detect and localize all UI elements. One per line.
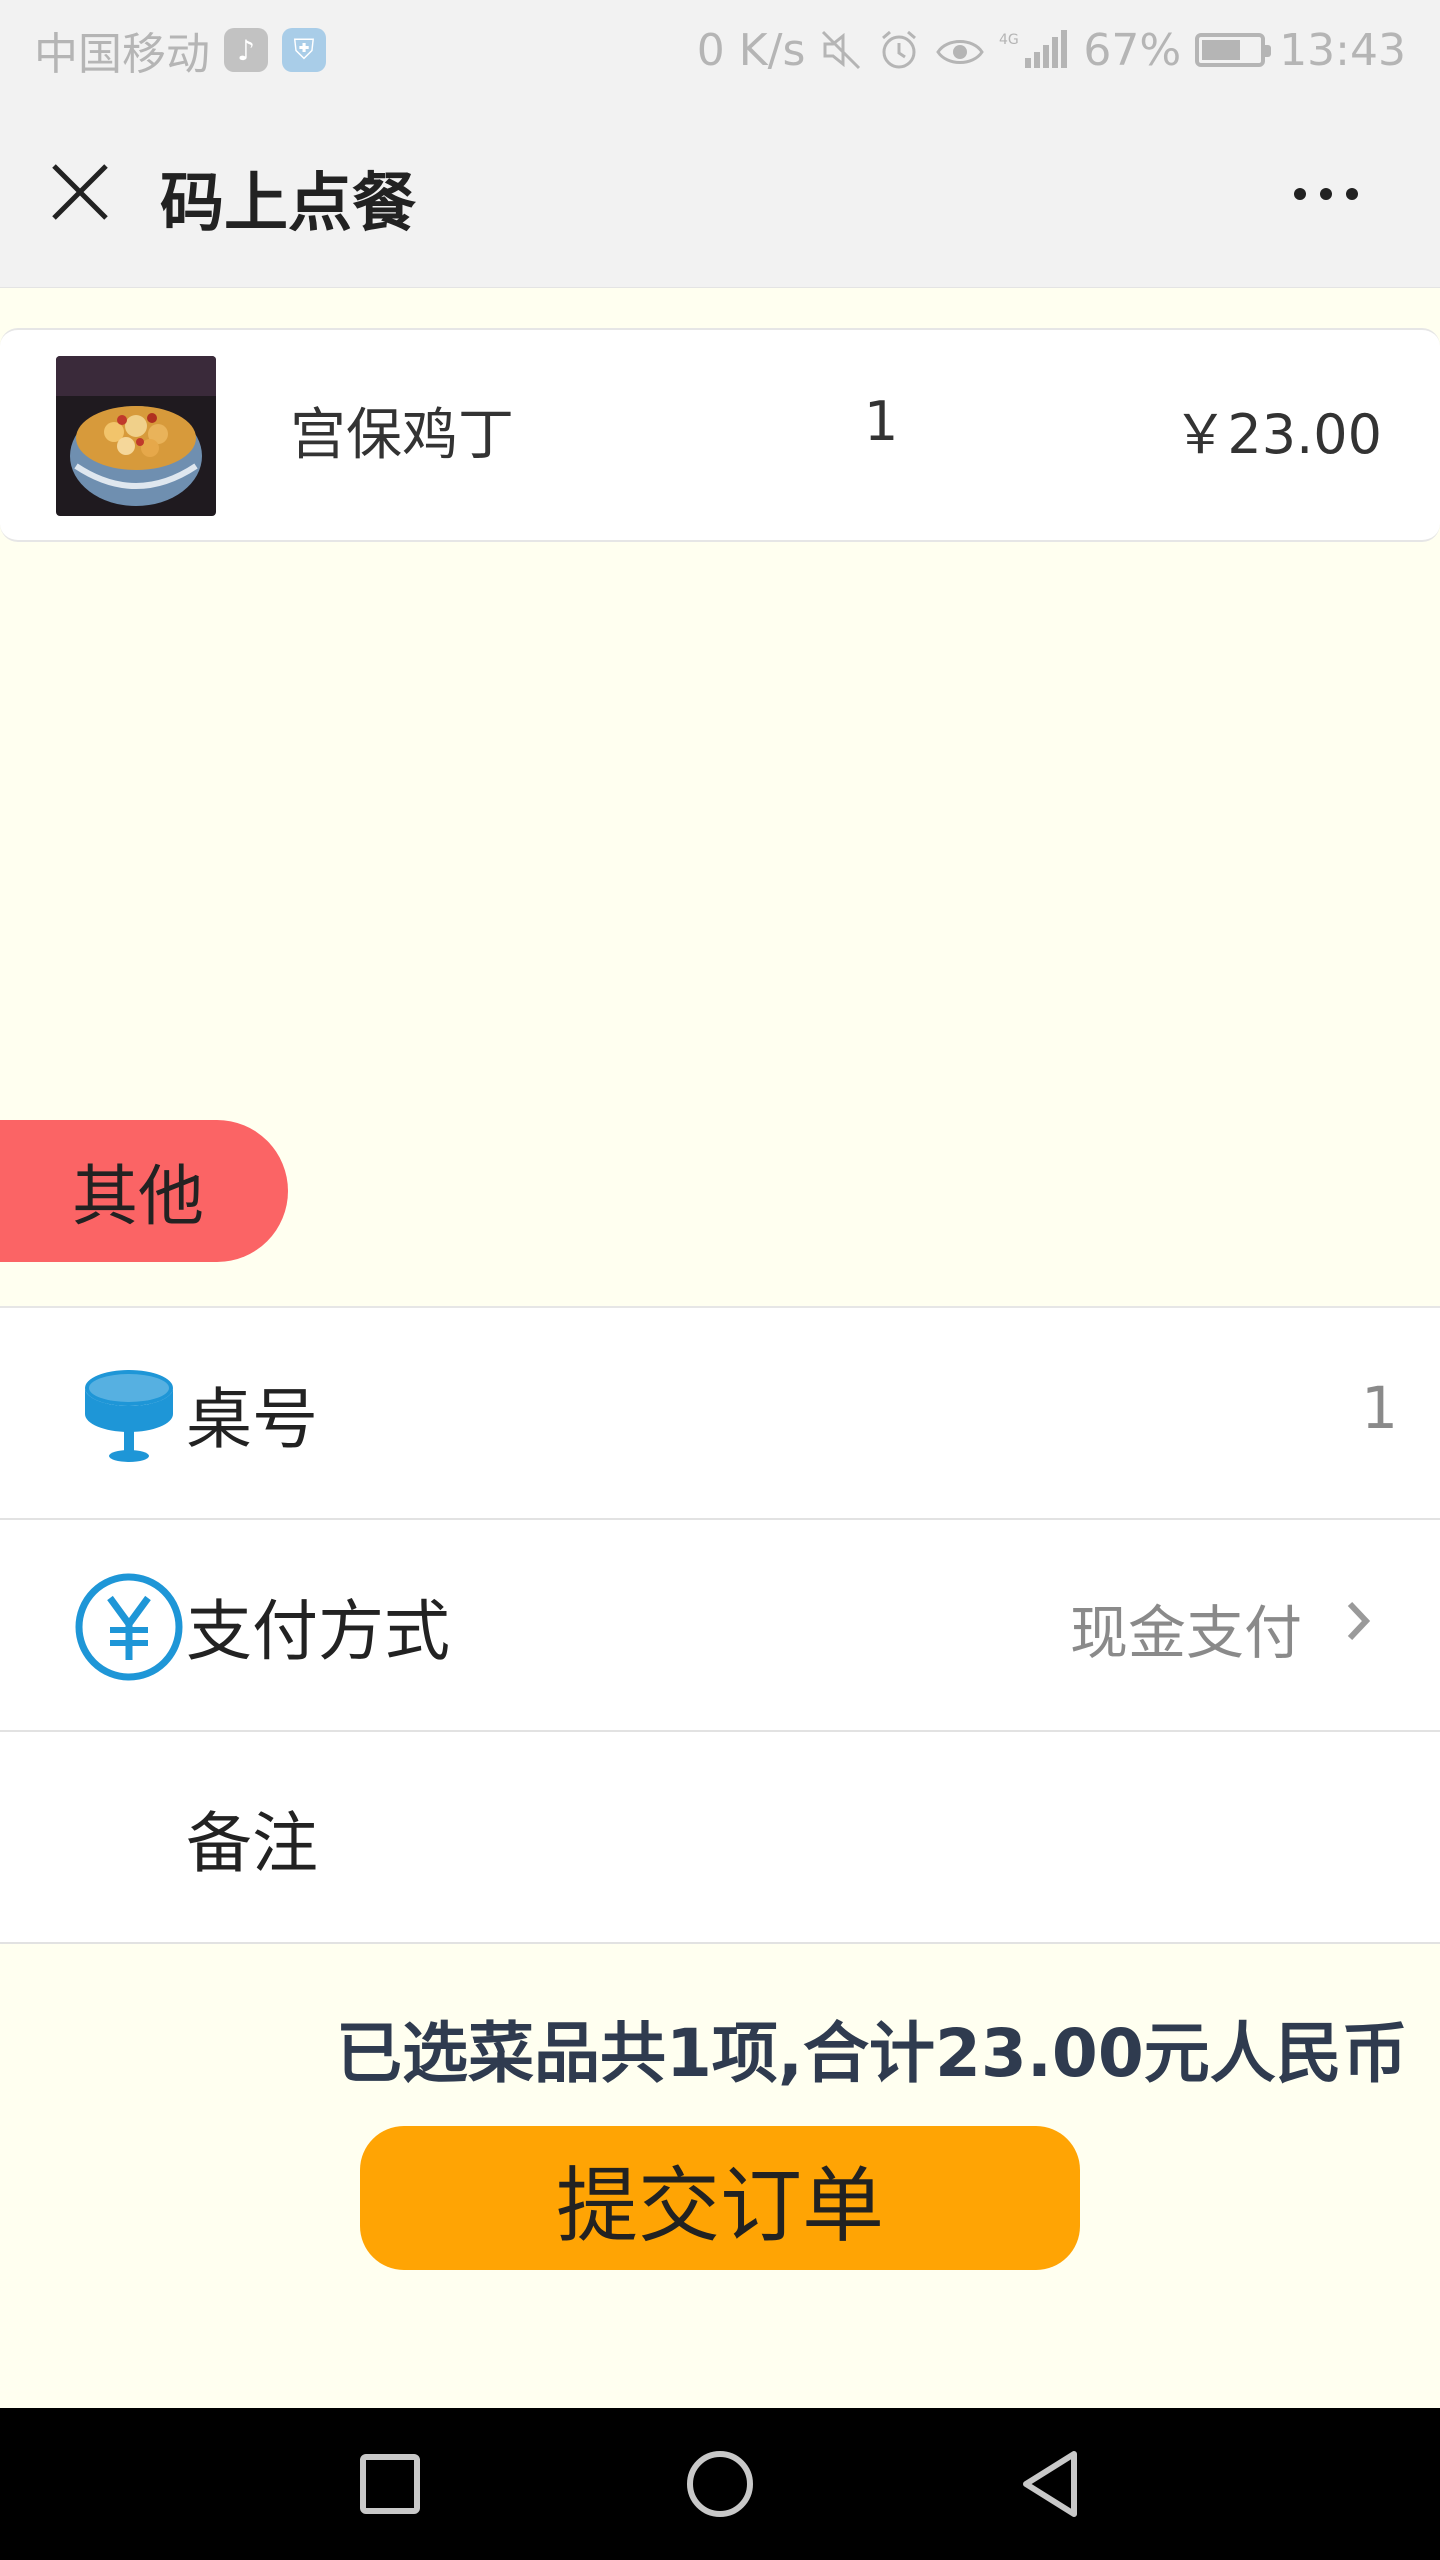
status-left: 中国移动 ♪ ⛨ (34, 18, 326, 82)
other-section-tab: 其他 (0, 1120, 288, 1262)
remark-label: 备注 (186, 1805, 318, 1882)
table-icon (72, 1358, 186, 1472)
triangle-back-icon (1023, 2451, 1077, 2517)
square-icon (360, 2454, 420, 2514)
title-bar: 码上点餐 (0, 100, 1440, 288)
close-icon (52, 164, 108, 220)
page-title: 码上点餐 (160, 167, 416, 241)
battery-percent: 67% (1083, 24, 1182, 76)
payment-method-row[interactable]: 支付方式 现金支付 (0, 1520, 1440, 1732)
food-price: ￥23.00 (1173, 403, 1382, 466)
eye-icon (935, 28, 985, 72)
table-number-label: 桌号 (186, 1381, 318, 1458)
order-item-card: 宫保鸡丁 1 ￥23.00 (0, 328, 1440, 542)
food-name: 宫保鸡丁 (290, 403, 514, 468)
network-speed: 0 K/s (696, 24, 806, 76)
carrier-label: 中国移动 (34, 29, 210, 80)
more-icon (1294, 188, 1306, 200)
order-summary: 已选菜品共1项,合计23.00元人民币 (336, 2015, 1408, 2092)
chevron-right-icon (1344, 1598, 1374, 1648)
order-settings: 桌号 1 支付方式 现金支付 备注 (0, 1306, 1440, 1944)
clock: 13:43 (1279, 24, 1406, 76)
food-image (56, 356, 216, 516)
payment-method-label: 支付方式 (186, 1593, 450, 1670)
more-icon (1346, 188, 1358, 200)
back-button[interactable] (1010, 2444, 1090, 2524)
submit-order-button[interactable]: 提交订单 (360, 2126, 1080, 2270)
mute-icon (819, 28, 863, 72)
status-right: 0 K/s 4G 67% 13:43 (697, 25, 1406, 76)
svg-text:4G: 4G (999, 32, 1019, 48)
circle-icon (687, 2451, 753, 2517)
remark-input[interactable] (320, 1772, 1404, 1904)
more-button[interactable] (1276, 164, 1376, 224)
battery-fill (1202, 40, 1240, 60)
close-button[interactable] (44, 156, 116, 228)
system-nav-bar (0, 2408, 1440, 2560)
remark-row: 备注 (0, 1732, 1440, 1944)
status-bar: 中国移动 ♪ ⛨ 0 K/s 4G 67% 13:43 (0, 0, 1440, 100)
tiktok-icon: ♪ (224, 28, 268, 72)
signal-icon: 4G (999, 28, 1069, 72)
battery-icon (1195, 33, 1272, 67)
more-icon (1320, 188, 1332, 200)
payment-method-value: 现金支付 (1069, 1599, 1302, 1667)
table-number-value: 1 (1361, 1374, 1398, 1442)
recent-apps-button[interactable] (350, 2444, 430, 2524)
alarm-icon (877, 28, 921, 72)
home-button[interactable] (680, 2444, 760, 2524)
shield-icon: ⛨ (282, 28, 326, 72)
food-quantity: 1 (864, 390, 899, 453)
table-number-row[interactable]: 桌号 1 (0, 1308, 1440, 1520)
yuan-icon (72, 1570, 186, 1684)
